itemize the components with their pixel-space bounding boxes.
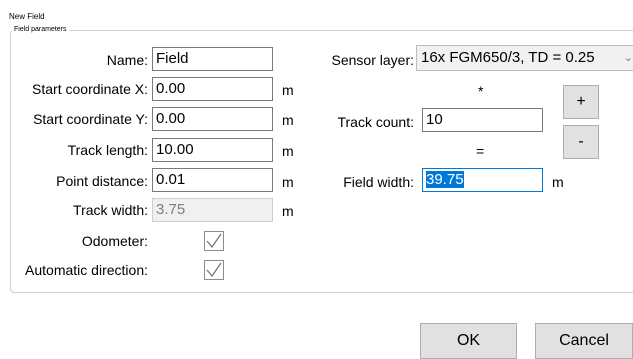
checkmark-icon [206,233,222,248]
track-width-label: Track width: [73,202,148,218]
track-count-input[interactable]: 10 [422,108,543,132]
field-width-input[interactable]: 39.75 [422,168,543,192]
multiply-sign: * [478,83,484,99]
ok-button[interactable]: OK [420,323,517,359]
track-count-label: Track count: [337,114,414,130]
start-x-unit: m [282,82,294,98]
sensor-layer-select[interactable]: 16x FGM650/3, TD = 0.25 ⌄ [416,45,633,71]
field-width-label: Field width: [343,174,414,190]
automatic-direction-checkbox[interactable] [204,260,224,280]
track-width-input: 3.75 [152,198,273,222]
start-x-label: Start coordinate X: [32,81,148,97]
start-y-input[interactable]: 0.00 [152,107,273,131]
equals-sign: = [476,143,485,159]
start-y-label: Start coordinate Y: [33,111,148,127]
start-y-unit: m [282,112,294,128]
point-distance-label: Point distance: [56,173,148,189]
field-width-unit: m [552,174,564,190]
increment-button[interactable]: + [563,85,599,119]
track-length-input[interactable]: 10.00 [152,138,273,162]
field-parameters-legend: Field parameters [12,26,69,33]
field-width-value: 39.75 [426,171,464,188]
track-length-label: Track length: [67,142,148,158]
name-label: Name: [106,52,148,68]
track-width-unit: m [282,203,294,219]
sensor-layer-value: 16x FGM650/3, TD = 0.25 [421,49,595,66]
start-x-input[interactable]: 0.00 [152,77,273,101]
name-input[interactable]: Field [152,47,273,71]
point-distance-input[interactable]: 0.01 [152,168,273,192]
window-title: New Field [9,12,45,21]
odometer-checkbox[interactable] [204,231,224,251]
checkmark-icon [206,262,222,277]
cancel-button[interactable]: Cancel [535,323,633,359]
chevron-down-icon: ⌄ [623,52,633,64]
sensor-layer-label: Sensor layer: [331,52,414,68]
odometer-label: Odometer: [81,233,148,249]
point-distance-unit: m [282,174,294,190]
automatic-direction-label: Automatic direction: [25,262,148,278]
decrement-button[interactable]: - [563,125,599,159]
track-length-unit: m [282,143,294,159]
